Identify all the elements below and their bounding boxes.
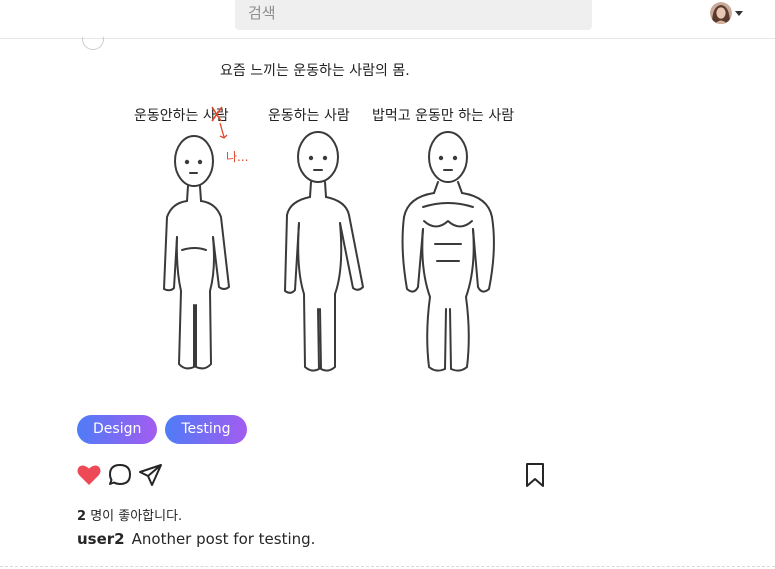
user-avatar — [710, 2, 732, 24]
bookmark-icon[interactable] — [522, 462, 548, 488]
post-actions — [76, 462, 546, 488]
like-count: 2 — [77, 509, 87, 524]
caret-down-icon — [735, 10, 743, 16]
likes-label: 명이 좋아합니다. — [90, 509, 183, 524]
caption-text: Another post for testing. — [131, 530, 316, 548]
caption-author[interactable]: user2 — [77, 530, 125, 548]
post-caption: user2 Another post for testing. — [77, 530, 315, 548]
post-image: 요즘 느끼는 운동하는 사람의 몸. 운동안하는 사람 운동하는 사람 밥먹고 … — [134, 63, 514, 372]
comment-icon[interactable] — [107, 462, 133, 488]
tag-design[interactable]: Design — [77, 415, 158, 444]
post-divider — [0, 566, 775, 567]
tag-list: Design Testing — [77, 415, 247, 444]
share-icon[interactable] — [138, 462, 164, 488]
tag-testing[interactable]: Testing — [165, 415, 247, 444]
profile-menu[interactable] — [710, 2, 743, 24]
heart-icon[interactable] — [76, 462, 102, 488]
image-label-3: 밥먹고 운동만 하는 사람 — [372, 108, 514, 124]
top-navbar: 검색 — [0, 0, 775, 39]
like-count-text: 2 명이 좋아합니다. — [77, 505, 182, 524]
search-input[interactable]: 검색 — [235, 0, 592, 30]
image-annotation: 나... — [226, 150, 248, 164]
image-title: 요즘 느끼는 운동하는 사람의 몸. — [220, 63, 410, 79]
image-label-2: 운동하는 사람 — [268, 108, 350, 124]
